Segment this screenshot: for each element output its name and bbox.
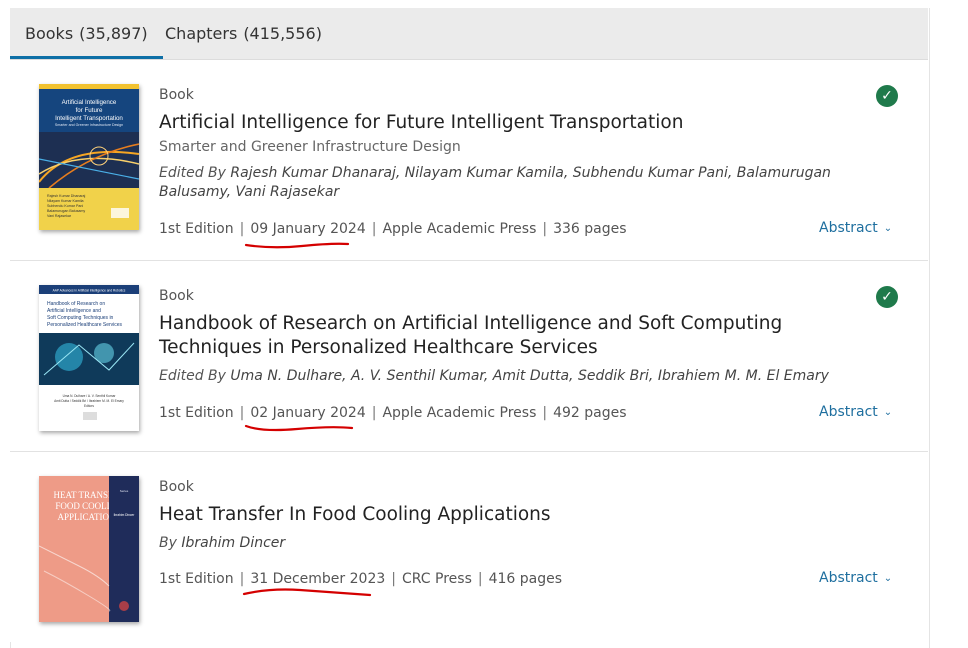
publisher: CRC Press: [401, 571, 472, 587]
result-subtitle: Smarter and Greener Infrastructure Desig…: [159, 139, 461, 155]
svg-text:Uma N. Dulhare / A. V. Senthil: Uma N. Dulhare / A. V. Senthil Kumar: [63, 394, 117, 398]
tab-books-label: Books: [25, 24, 74, 43]
svg-text:Handbook of Research on: Handbook of Research on: [47, 301, 105, 307]
authors-prefix: Edited By: [159, 368, 226, 384]
svg-text:Subhendu Kumar Pani: Subhendu Kumar Pani: [47, 204, 83, 208]
chevron-down-icon: ⌄: [883, 407, 893, 418]
svg-text:Amit Dutta / Seddik Bri / Ibra: Amit Dutta / Seddik Bri / Ibrahiem M. M.…: [54, 399, 124, 403]
check-circle-icon: ✓: [876, 85, 898, 107]
svg-text:Vani Rajasekar: Vani Rajasekar: [47, 214, 72, 218]
publisher: Apple Academic Press: [382, 405, 537, 421]
result-meta: 1st Edition | 02 January 2024 | Apple Academ…: [159, 405, 627, 421]
book-cover[interactable]: AAP Advances in Artificial Intelligence …: [39, 285, 139, 431]
result-item: AAP Advances in Artificial Intelligence …: [10, 261, 928, 452]
svg-text:Nilayam Kumar Kamila: Nilayam Kumar Kamila: [47, 199, 84, 203]
svg-text:Balamurugan Balusamy: Balamurugan Balusamy: [47, 209, 85, 213]
abstract-toggle[interactable]: Abstract ⌄: [819, 404, 892, 420]
edition: 1st Edition: [159, 405, 234, 421]
result-meta: 1st Edition | 09 January 2024 | Apple Academ…: [159, 221, 627, 237]
svg-text:Smarter and Greener Infrastruc: Smarter and Greener Infrastructure Desig…: [55, 123, 123, 127]
authors-names: Ibrahim Dincer: [181, 535, 286, 551]
svg-text:Ibrahim Dincer: Ibrahim Dincer: [114, 513, 136, 517]
red-underline-annotation: [244, 424, 354, 432]
cover-art-image: Artificial Intelligence for Future Intel…: [39, 84, 139, 230]
svg-text:Artificial Intelligence: Artificial Intelligence: [62, 99, 117, 106]
cover-art-image: AAP Advances in Artificial Intelligence …: [39, 285, 139, 431]
svg-text:Rajesh Kumar Dhanaraj: Rajesh Kumar Dhanaraj: [47, 194, 86, 198]
book-cover[interactable]: Artificial Intelligence for Future Intel…: [39, 84, 139, 230]
red-underline-annotation: [244, 242, 350, 249]
svg-text:Editors: Editors: [84, 404, 94, 408]
authors-prefix: Edited By: [159, 165, 226, 181]
result-type: Book: [159, 479, 194, 495]
result-type: Book: [159, 288, 194, 304]
page-count: 492 pages: [553, 405, 627, 421]
abstract-toggle[interactable]: Abstract ⌄: [819, 220, 892, 236]
publisher: Apple Academic Press: [382, 221, 537, 237]
result-authors: By Ibrahim Dincer: [159, 534, 904, 553]
svg-text:AAP Advances in Artificial Int: AAP Advances in Artificial Intelligence …: [53, 289, 126, 293]
svg-text:Personalized Healthcare Servic: Personalized Healthcare Services: [47, 322, 123, 328]
book-cover[interactable]: HEAT TRANSFER FOOD COOLING APPLICATIONS …: [39, 476, 139, 622]
tab-bar: Books (35,897) Chapters (415,556): [10, 8, 928, 60]
authors-names: Uma N. Dulhare, A. V. Senthil Kumar, Ami…: [230, 368, 829, 384]
chevron-down-icon: ⌄: [883, 223, 893, 234]
edition: 1st Edition: [159, 221, 234, 237]
result-title[interactable]: Heat Transfer In Food Cooling Applicatio…: [159, 503, 879, 527]
result-title[interactable]: Handbook of Research on Artificial Intel…: [159, 312, 879, 360]
svg-text:Series: Series: [120, 489, 129, 493]
page-count: 336 pages: [553, 221, 627, 237]
tab-chapters[interactable]: Chapters (415,556): [150, 8, 337, 59]
page-count: 416 pages: [488, 571, 563, 587]
result-item: HEAT TRANSFER FOOD COOLING APPLICATIONS …: [10, 452, 928, 642]
result-authors: Edited By Rajesh Kumar Dhanaraj, Nilayam…: [159, 164, 904, 202]
result-authors: Edited By Uma N. Dulhare, A. V. Senthil …: [159, 367, 904, 386]
svg-text:Intelligent Transportation: Intelligent Transportation: [55, 115, 123, 122]
edition: 1st Edition: [159, 571, 234, 587]
cover-art-image: HEAT TRANSFER FOOD COOLING APPLICATIONS …: [39, 476, 139, 622]
tab-books-count: (35,897): [79, 24, 148, 43]
abstract-label: Abstract: [819, 220, 878, 236]
tab-books[interactable]: Books (35,897): [10, 8, 163, 59]
abstract-label: Abstract: [819, 404, 878, 420]
svg-text:Soft Computing Techniques in: Soft Computing Techniques in: [47, 315, 114, 321]
red-underline-annotation: [242, 588, 372, 597]
chevron-down-icon: ⌄: [883, 573, 893, 584]
result-title[interactable]: Artificial Intelligence for Future Intel…: [159, 111, 879, 135]
result-type: Book: [159, 87, 194, 103]
abstract-toggle[interactable]: Abstract ⌄: [819, 570, 892, 586]
authors-prefix: By: [159, 535, 177, 551]
svg-text:Artificial Intelligence and: Artificial Intelligence and: [47, 308, 101, 314]
abstract-label: Abstract: [819, 570, 878, 586]
authors-names: Rajesh Kumar Dhanaraj, Nilayam Kumar Kam…: [159, 165, 831, 200]
svg-text:for Future: for Future: [76, 107, 103, 114]
tab-chapters-label: Chapters: [165, 24, 238, 43]
result-item: Artificial Intelligence for Future Intel…: [10, 60, 928, 261]
check-circle-icon: ✓: [876, 286, 898, 308]
tab-chapters-count: (415,556): [243, 24, 322, 43]
